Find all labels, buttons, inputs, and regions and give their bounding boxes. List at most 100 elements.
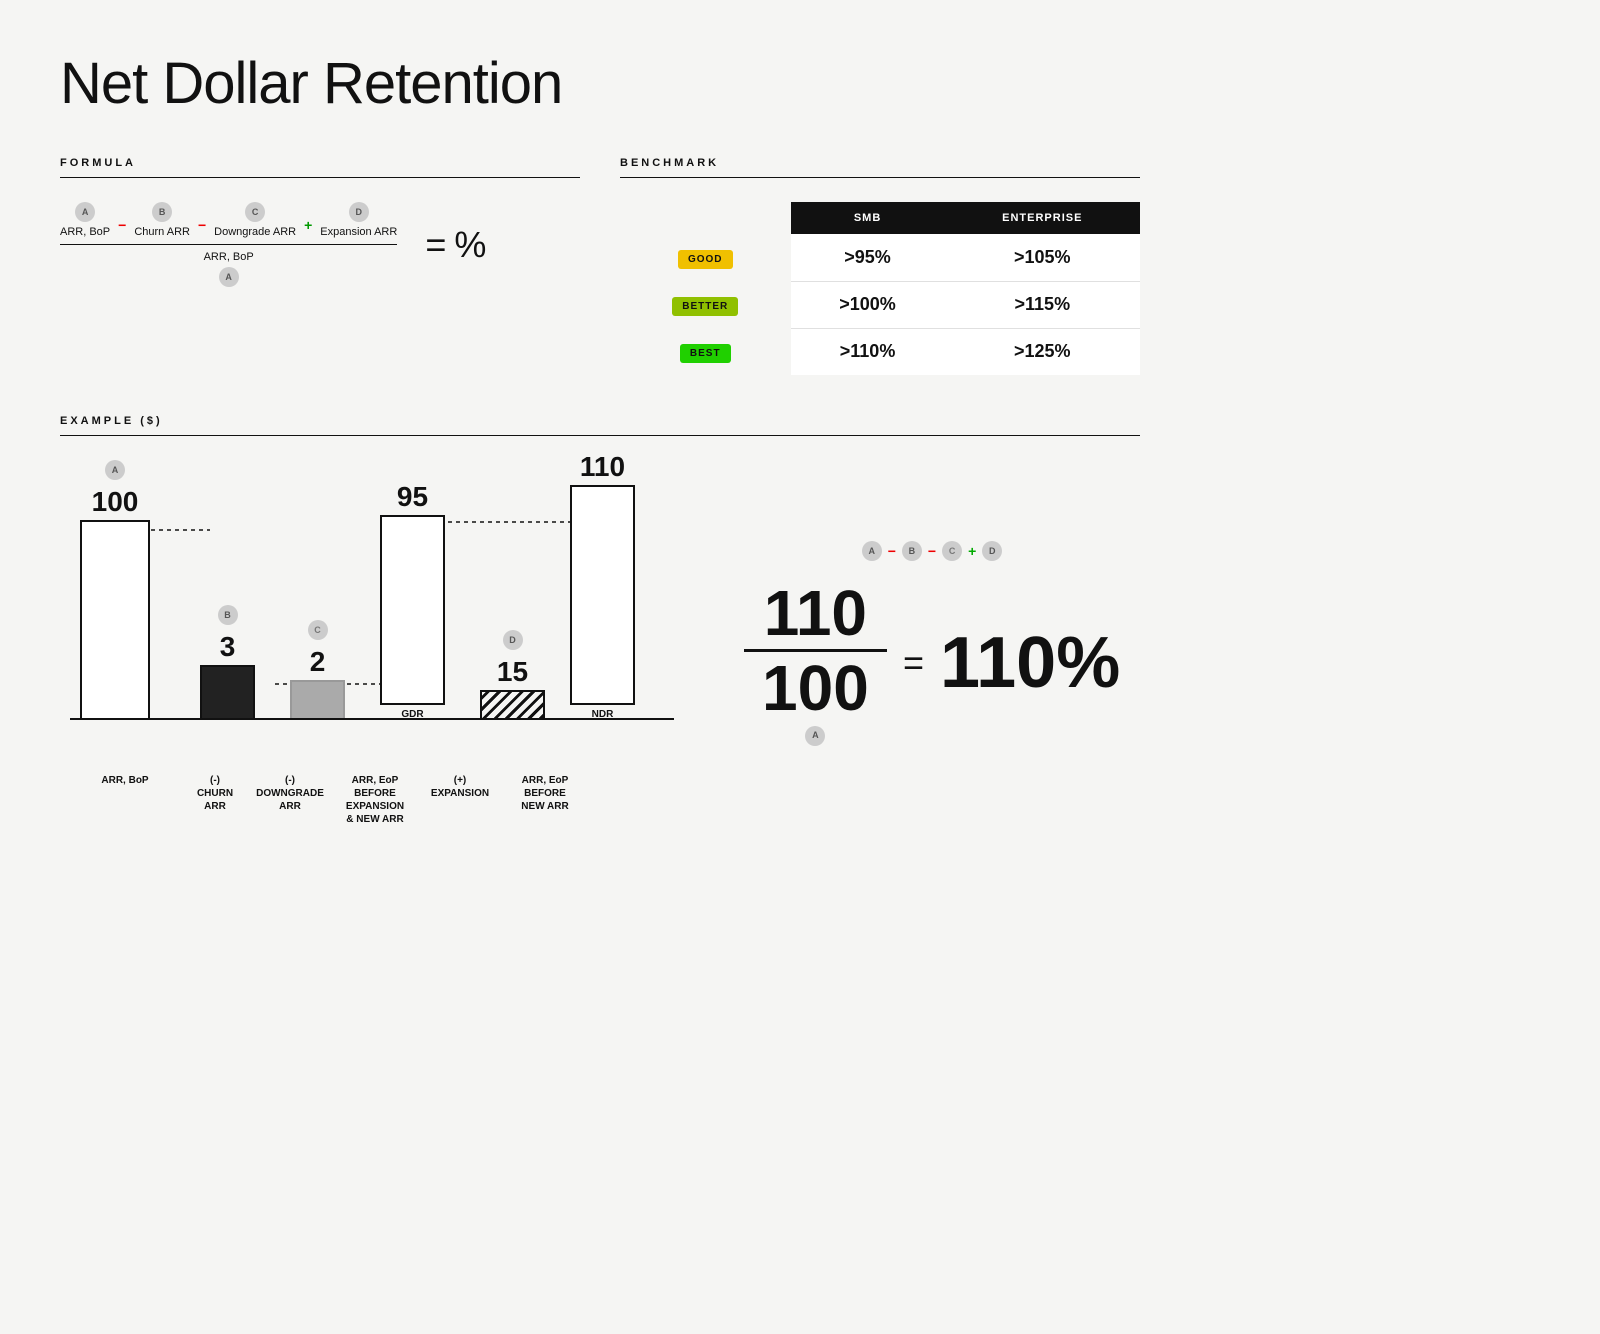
term-b: B Churn ARR [134, 202, 190, 238]
ndr-denominator-value: 100 [762, 656, 869, 720]
benchmark-row-good: GOOD >95% >105% [620, 234, 1140, 281]
smb-best: >110% [791, 328, 945, 375]
fraction-numerator: A ARR, BoP − B Churn ARR − C Downgrade A… [60, 202, 397, 245]
benchmark-col-empty [620, 202, 791, 234]
label-arr-eop-ndr: ARR, EoPBEFORENEW ARR [500, 774, 590, 813]
formula-section: FORMULA A ARR, BoP − B Churn ARR − [60, 157, 580, 375]
label-expansion: (+)EXPANSION [420, 774, 500, 800]
bar-ndr-value: 110 [580, 451, 625, 483]
badge-better-cell: BETTER [620, 281, 791, 328]
benchmark-row-best: BEST >110% >125% [620, 328, 1140, 375]
denominator-circle: A [219, 267, 239, 287]
legend-circle-a: A [862, 541, 882, 561]
bar-b-value: 3 [220, 631, 236, 663]
bars-wrapper: A 100 B 3 C 2 95 [60, 460, 684, 770]
circle-b: B [152, 202, 172, 222]
label-downgrade-arr: (-)DOWNGRADEARR [250, 774, 330, 813]
circle-a: A [75, 202, 95, 222]
benchmark-table: SMB ENTERPRISE GOOD >95% >105% BETTER >1… [620, 202, 1140, 375]
bar-ndr-container: 110 NDR [570, 451, 635, 720]
benchmark-divider [620, 177, 1140, 178]
legend-circle-b: B [902, 541, 922, 561]
legend-plus: + [968, 543, 976, 559]
circle-c: C [245, 202, 265, 222]
bar-a-visual [80, 520, 150, 720]
bar-a-value: 100 [92, 486, 139, 518]
bar-d-visual [480, 690, 545, 720]
bar-labels-row: ARR, BoP (-)CHURNARR (-)DOWNGRADEARR ARR… [60, 774, 684, 826]
bar-circle-d: D [503, 630, 523, 650]
bar-c-container: C 2 [290, 620, 345, 720]
ndr-formula-panel: A − B − C + D 110 100 A = 110% [724, 541, 1140, 746]
plus-operator: + [304, 217, 312, 233]
ndr-legend: A − B − C + D [862, 541, 1003, 561]
bar-circle-a: A [105, 460, 125, 480]
bar-b-visual [200, 665, 255, 720]
term-c: C Downgrade ARR [214, 202, 296, 238]
example-section: EXAMPLE ($) A 100 [60, 415, 1140, 826]
smb-better: >100% [791, 281, 945, 328]
legend-minus-1: − [888, 543, 896, 559]
ndr-fraction: 110 100 A [744, 581, 887, 746]
percent-sign: % [454, 224, 486, 266]
ndr-result: 110% [940, 622, 1120, 704]
term-a: A ARR, BoP [60, 202, 110, 238]
legend-circle-d: D [982, 541, 1002, 561]
bar-gdr-value: 95 [397, 481, 428, 513]
benchmark-row-better: BETTER >100% >115% [620, 281, 1140, 328]
term-a-text: ARR, BoP [60, 226, 110, 238]
bar-c-visual [290, 680, 345, 720]
bar-d-container: D 15 [480, 630, 545, 720]
legend-circle-c: C [942, 541, 962, 561]
denominator-text: ARR, BoP [204, 251, 254, 263]
label-churn-arr: (-)CHURNARR [180, 774, 250, 813]
bar-b-container: B 3 [200, 605, 255, 720]
chart-baseline [70, 718, 674, 720]
term-b-text: Churn ARR [134, 226, 190, 238]
formula-area: A ARR, BoP − B Churn ARR − C Downgrade A… [60, 202, 580, 287]
minus-operator-2: − [198, 217, 206, 233]
benchmark-col-enterprise: ENTERPRISE [945, 202, 1140, 234]
bar-d-value: 15 [497, 656, 528, 688]
label-arr-eop-before: ARR, EoPBEFOREEXPANSION& NEW ARR [330, 774, 420, 826]
page-title: Net Dollar Retention [60, 50, 1140, 117]
term-c-text: Downgrade ARR [214, 226, 296, 238]
benchmark-section: BENCHMARK SMB ENTERPRISE GOOD >95% >105% [620, 157, 1140, 375]
chart-and-formula: A 100 B 3 C 2 95 [60, 460, 1140, 826]
smb-good: >95% [791, 234, 945, 281]
example-divider [60, 435, 1140, 436]
bar-circle-c: C [308, 620, 328, 640]
ndr-row: 110 100 A = 110% [744, 581, 1120, 746]
badge-better: BETTER [672, 297, 738, 316]
enterprise-good: >105% [945, 234, 1140, 281]
equals-sign: = [425, 224, 446, 266]
formula-label: FORMULA [60, 157, 580, 169]
term-d-text: Expansion ARR [320, 226, 397, 238]
bar-a-container: A 100 [80, 460, 150, 720]
benchmark-label: BENCHMARK [620, 157, 1140, 169]
enterprise-best: >125% [945, 328, 1140, 375]
term-d: D Expansion ARR [320, 202, 397, 238]
formula-result: = % [425, 224, 486, 266]
bar-gdr-container: 95 GDR [380, 481, 445, 720]
badge-best-cell: BEST [620, 328, 791, 375]
bar-circle-b: B [218, 605, 238, 625]
fraction-denominator: ARR, BoP A [204, 245, 254, 287]
minus-operator-1: − [118, 217, 126, 233]
ndr-equals: = [903, 642, 924, 684]
badge-best: BEST [680, 344, 731, 363]
bar-ndr-visual [570, 485, 635, 705]
formula-divider [60, 177, 580, 178]
chart-container: A 100 B 3 C 2 95 [60, 460, 684, 826]
enterprise-better: >115% [945, 281, 1140, 328]
bar-c-value: 2 [310, 646, 326, 678]
ndr-denominator: 100 A [762, 652, 869, 746]
circle-d: D [349, 202, 369, 222]
label-arr-bop: ARR, BoP [70, 774, 180, 787]
bar-gdr-visual [380, 515, 445, 705]
ndr-denominator-circle: A [805, 726, 825, 746]
example-label: EXAMPLE ($) [60, 415, 1140, 427]
legend-minus-2: − [928, 543, 936, 559]
badge-good-cell: GOOD [620, 234, 791, 281]
benchmark-col-smb: SMB [791, 202, 945, 234]
